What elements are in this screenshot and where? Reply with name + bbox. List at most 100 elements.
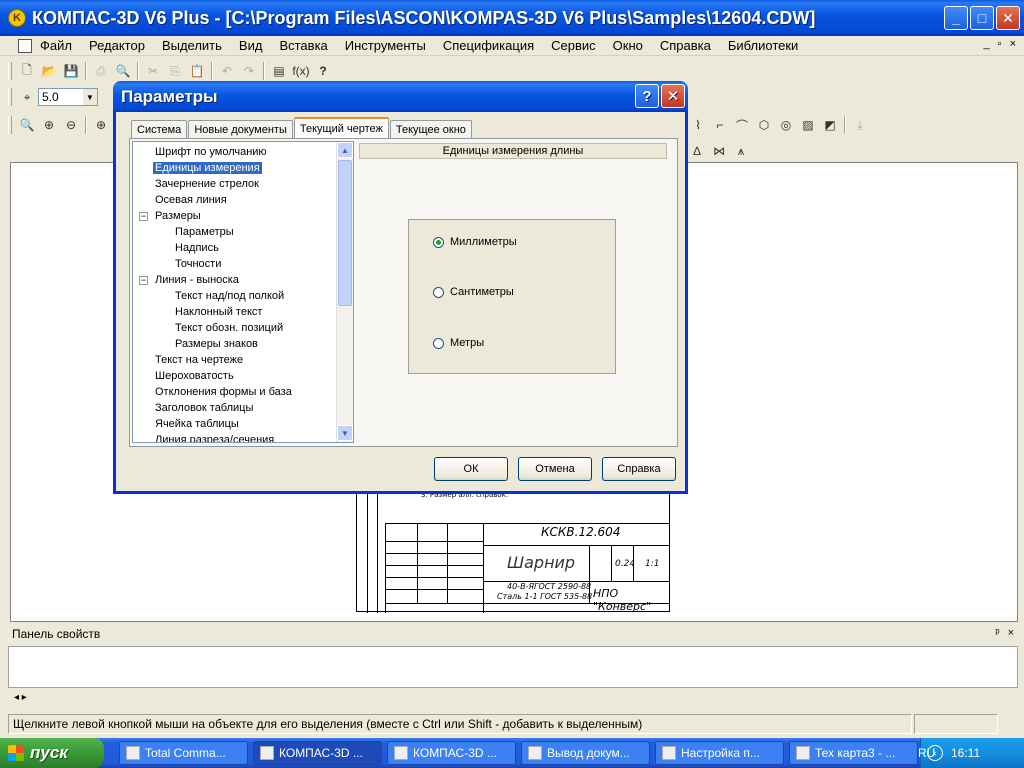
start-button[interactable]: пуск	[0, 738, 104, 768]
tree-node[interactable]: − Размеры	[133, 208, 337, 224]
menu-editor[interactable]: Редактор	[89, 38, 145, 53]
scroll-thumb[interactable]	[338, 160, 352, 306]
toolbar-grip[interactable]	[8, 116, 12, 134]
document-icon[interactable]	[18, 38, 32, 53]
tree-node[interactable]: Текст обозн. позиций	[133, 320, 337, 336]
designation-icon[interactable]: ⋈	[710, 142, 728, 160]
radio-millimeters-dot[interactable]	[433, 236, 444, 248]
property-panel-close-icon[interactable]: ×	[1008, 627, 1014, 639]
taskbar-task[interactable]: Total Comma...	[119, 741, 248, 765]
help-button[interactable]: Справка	[602, 457, 676, 481]
menu-libraries[interactable]: Библиотеки	[728, 38, 798, 53]
radio-centimeters-dot[interactable]	[433, 286, 444, 298]
radio-meters[interactable]: Метры	[433, 337, 484, 349]
print-icon[interactable]: ⎙	[92, 62, 110, 80]
menu-service[interactable]: Сервис	[551, 38, 596, 53]
dialog-titlebar[interactable]: Параметры ? ✕	[113, 81, 688, 112]
tree-collapse-icon[interactable]: −	[139, 212, 148, 221]
menu-window[interactable]: Окно	[613, 38, 643, 53]
ok-button[interactable]: ОК	[434, 457, 508, 481]
radio-millimeters[interactable]: Миллиметры	[433, 236, 517, 248]
cancel-button[interactable]: Отмена	[518, 457, 592, 481]
tab-new-documents[interactable]: Новые документы	[188, 120, 293, 138]
property-panel-nav-arrows[interactable]: ◂ ▸	[14, 692, 27, 703]
fill-icon[interactable]: ◩	[821, 116, 839, 134]
tree-node[interactable]: Единицы измерения	[133, 160, 337, 176]
tab-current-drawing[interactable]: Текущий чертеж	[293, 117, 389, 138]
angle-dimension-icon[interactable]: ∆	[688, 142, 706, 160]
tree-collapse-icon[interactable]: −	[139, 276, 148, 285]
undo-icon[interactable]: ↶	[218, 62, 236, 80]
radio-centimeters[interactable]: Сантиметры	[433, 286, 514, 298]
mdi-close-button[interactable]: ×	[1010, 38, 1016, 50]
redo-icon[interactable]: ↷	[240, 62, 258, 80]
menu-specification[interactable]: Спецификация	[443, 38, 534, 53]
taskbar-task[interactable]: Тех карта3 - ...	[789, 741, 918, 765]
language-indicator[interactable]: RU	[918, 746, 935, 760]
menu-insert[interactable]: Вставка	[279, 38, 327, 53]
tree-node[interactable]: Шрифт по умолчанию	[133, 144, 337, 160]
calculator-icon[interactable]: ▤	[270, 62, 288, 80]
menu-view[interactable]: Вид	[239, 38, 263, 53]
tree-node[interactable]: Осевая линия	[133, 192, 337, 208]
tab-current-window[interactable]: Текущее окно	[389, 120, 472, 138]
tree-scrollbar[interactable]: ▲ ▼	[336, 142, 353, 442]
tree-node[interactable]: Зачернение стрелок	[133, 176, 337, 192]
menu-file[interactable]: Файл	[40, 38, 72, 53]
dialog-close-button[interactable]: ✕	[661, 84, 685, 108]
title-block[interactable]: 3. Размер алл. справок. КСКВ.12.604 Шарн…	[356, 491, 670, 613]
tree-node[interactable]: Параметры	[133, 224, 337, 240]
scroll-up-icon[interactable]: ▲	[337, 142, 353, 158]
insert-fragment-icon[interactable]: ⤓	[851, 116, 869, 134]
mdi-minimize-button[interactable]: _	[984, 38, 990, 50]
roughness-icon[interactable]: ⩚	[732, 142, 750, 160]
settings-tree[interactable]: Шрифт по умолчанию Единицы измерения Зачер…	[132, 141, 354, 443]
toolbar-grip[interactable]	[8, 88, 12, 106]
tree-node[interactable]: Точности	[133, 256, 337, 272]
cut-icon[interactable]: ✂	[144, 62, 162, 80]
scroll-down-icon[interactable]: ▼	[337, 425, 353, 441]
toolbar-grip[interactable]	[8, 62, 12, 80]
zoom-in-icon[interactable]: ⊕	[40, 116, 58, 134]
fx-icon[interactable]: f(x)	[292, 62, 310, 80]
copy-icon[interactable]: ⎘	[166, 62, 184, 80]
clock[interactable]: 16:11	[951, 746, 980, 760]
new-document-icon[interactable]: 🗋	[18, 62, 36, 80]
kompas-app-icon[interactable]: K	[8, 9, 26, 27]
tab-system[interactable]: Система	[131, 120, 188, 138]
mdi-restore-button[interactable]: ▫	[998, 38, 1002, 50]
close-button[interactable]: ✕	[996, 6, 1020, 30]
menu-tools[interactable]: Инструменты	[345, 38, 426, 53]
tree-node[interactable]: − Линия - выноска	[133, 272, 337, 288]
menu-help[interactable]: Справка	[660, 38, 711, 53]
polygon-icon[interactable]: ⬡	[755, 116, 773, 134]
pin-icon[interactable]: ᵖ	[995, 627, 999, 639]
cursor-step-icon[interactable]: ⌖	[18, 88, 36, 106]
chevron-down-icon[interactable]: ▼	[83, 89, 97, 105]
taskbar-task[interactable]: КОМПАС-3D ...	[387, 741, 516, 765]
tree-node[interactable]: Наклонный текст	[133, 304, 337, 320]
hatch-icon[interactable]: ▨	[799, 116, 817, 134]
tree-node[interactable]: Шероховатость	[133, 368, 337, 384]
chamfer-icon[interactable]: ⌐	[711, 116, 729, 134]
dialog-help-button[interactable]: ?	[635, 84, 659, 108]
tree-node[interactable]: Надпись	[133, 240, 337, 256]
radio-meters-dot[interactable]	[433, 337, 444, 349]
taskbar-task[interactable]: Настройка п...	[655, 741, 784, 765]
zoom-window-icon[interactable]: 🔍	[18, 116, 36, 134]
polyline-icon[interactable]: ⌇	[689, 116, 707, 134]
tree-node[interactable]: Заголовок таблицы	[133, 400, 337, 416]
tree-node[interactable]: Отклонения формы и база	[133, 384, 337, 400]
step-input[interactable]: 5.0 ▼	[38, 88, 98, 106]
tree-node[interactable]: Текст на чертеже	[133, 352, 337, 368]
tree-node[interactable]: Текст над/под полкой	[133, 288, 337, 304]
zoom-out-icon[interactable]: ⊖	[62, 116, 80, 134]
window-titlebar[interactable]: K КОМПАС-3D V6 Plus - [C:\Program Files\…	[0, 0, 1024, 36]
context-help-icon[interactable]: ?	[314, 62, 332, 80]
tree-node[interactable]: Линия разреза/сечения	[133, 432, 337, 442]
minimize-button[interactable]: _	[944, 6, 968, 30]
open-folder-icon[interactable]: 📂	[40, 62, 58, 80]
taskbar-task[interactable]: Вывод докум...	[521, 741, 650, 765]
zoom-scale-icon[interactable]: ⊕	[92, 116, 110, 134]
save-icon[interactable]: 💾	[62, 62, 80, 80]
